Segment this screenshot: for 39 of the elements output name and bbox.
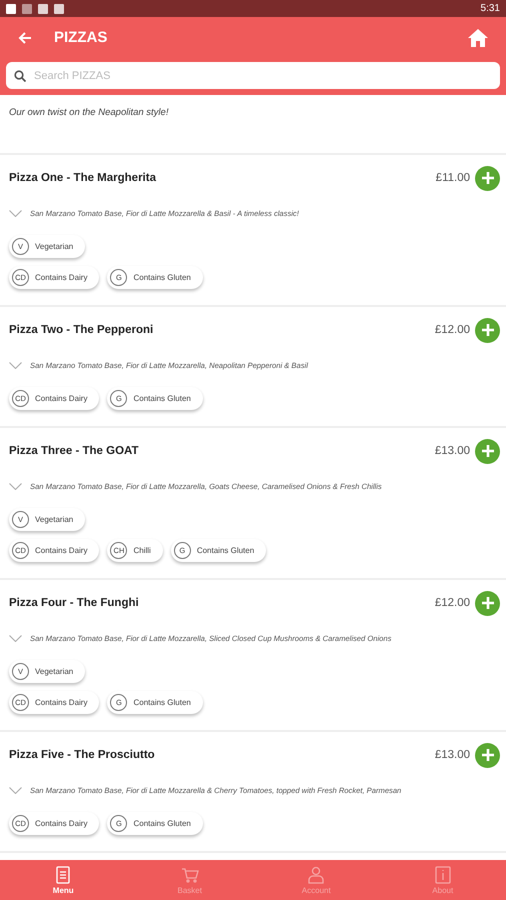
home-icon[interactable]: [468, 28, 488, 46]
item-price: £13.00: [434, 749, 470, 761]
item-name: Pizza Two - The Pepperoni: [9, 324, 154, 336]
nav-tab[interactable]: About: [380, 860, 506, 900]
menu-icon: [54, 866, 72, 884]
chevron-down-icon[interactable]: [9, 634, 22, 642]
chevron-down-icon[interactable]: [9, 210, 22, 216]
add-button[interactable]: [475, 166, 500, 190]
chevron-down-icon[interactable]: [9, 482, 22, 490]
cart-icon: [180, 866, 199, 884]
item-name: Pizza One - The Margherita: [9, 172, 156, 184]
chevron-down-icon[interactable]: [9, 362, 22, 368]
page-title: PIZZAS: [54, 29, 108, 46]
add-button[interactable]: [475, 742, 500, 768]
plus-icon: [480, 748, 494, 762]
plus-icon: [480, 171, 494, 185]
item-price: £12.00: [434, 324, 470, 336]
item-price: £12.00: [434, 597, 470, 609]
info-icon: [434, 866, 452, 884]
item-name: Pizza Four - The Funghi: [9, 597, 139, 609]
plus-icon: [480, 596, 494, 610]
nav-tab[interactable]: Account: [253, 860, 380, 900]
back-icon[interactable]: [18, 30, 32, 44]
item-price: £13.00: [434, 445, 470, 457]
item-price: £11.00: [436, 172, 470, 184]
add-button[interactable]: [475, 590, 500, 616]
add-button[interactable]: [475, 438, 500, 464]
category-description: Our own twist on the Neapolitan style!: [9, 107, 168, 118]
search-field[interactable]: Search PIZZAS: [6, 62, 500, 89]
person-icon: [307, 866, 326, 884]
chevron-down-icon[interactable]: [9, 786, 22, 794]
nav-tab[interactable]: Basket: [126, 860, 253, 900]
nav-tab[interactable]: Menu: [0, 860, 126, 900]
item-name: Pizza Five - The Prosciutto: [9, 749, 155, 761]
plus-icon: [480, 323, 494, 337]
item-name: Pizza Three - The GOAT: [9, 445, 138, 457]
add-button[interactable]: [475, 318, 500, 342]
plus-icon: [480, 444, 494, 458]
status-time: 5:31: [480, 3, 500, 14]
